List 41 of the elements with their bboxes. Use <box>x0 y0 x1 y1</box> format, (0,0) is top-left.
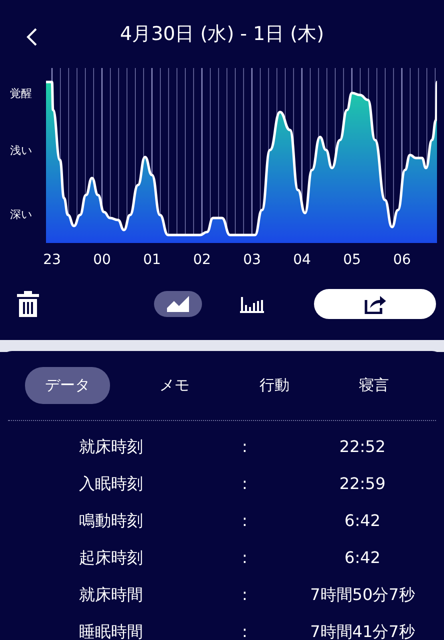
field-value: 22:52 <box>338 436 387 458</box>
axis-label: 03 <box>242 251 262 270</box>
axis-label: 05 <box>342 251 362 270</box>
separator: : <box>241 621 248 640</box>
tab[interactable]: 行動 <box>239 367 310 404</box>
trash-icon[interactable] <box>16 291 40 317</box>
tab[interactable]: データ <box>24 367 110 404</box>
axis-label: 00 <box>92 251 112 270</box>
field-value: 7時間41分7秒 <box>309 621 416 640</box>
field-value: 6:42 <box>344 510 382 532</box>
separator: : <box>241 436 248 458</box>
field-label: 睡眠時間 <box>78 621 144 640</box>
separator: : <box>241 547 248 569</box>
field-label: 入眠時刻 <box>78 473 144 495</box>
axis-label: 06 <box>392 251 412 270</box>
field-value: 6:42 <box>344 547 382 569</box>
line-chart-button[interactable] <box>154 291 202 317</box>
share-button[interactable] <box>314 289 436 319</box>
axis-label: 02 <box>192 251 212 270</box>
tab[interactable]: メモ <box>140 367 210 404</box>
axis-label: 覚醒 <box>10 86 32 102</box>
share-icon <box>364 294 386 314</box>
line-chart-icon <box>166 295 190 313</box>
axis-label: 04 <box>292 251 312 270</box>
field-label: 就床時刻 <box>78 436 144 458</box>
field-value: 22:59 <box>338 473 387 495</box>
field-label: 起床時刻 <box>78 547 144 569</box>
axis-label: 23 <box>42 251 62 270</box>
separator: : <box>241 510 248 532</box>
field-label: 鳴動時刻 <box>78 510 144 532</box>
field-value: 7時間50分7秒 <box>309 584 416 606</box>
field-label: 就床時間 <box>78 584 144 606</box>
axis-label: 浅い <box>10 143 32 159</box>
separator: : <box>241 473 248 495</box>
tab[interactable]: 寝言 <box>339 367 410 404</box>
bar-chart-icon <box>240 295 264 313</box>
date-title: 4月30日 (水) - 1日 (木) <box>120 22 324 47</box>
back-icon <box>26 26 38 47</box>
separator: : <box>241 584 248 606</box>
axis-label: 01 <box>142 251 162 270</box>
axis-label: 深い <box>10 207 32 223</box>
